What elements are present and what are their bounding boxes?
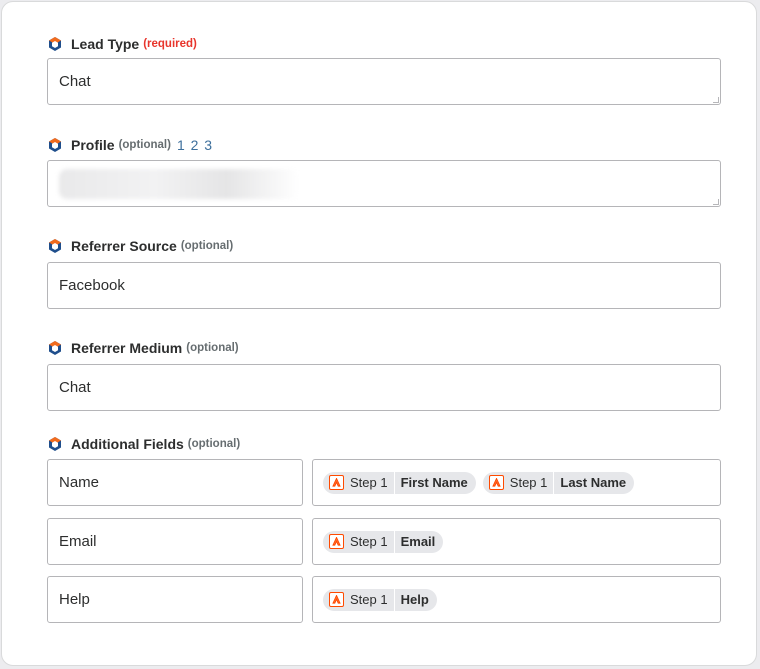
referrer-medium-label-text: Referrer Medium (71, 340, 183, 356)
app-logo-icon (49, 341, 61, 355)
pill-field: Last Name (560, 475, 627, 490)
resize-handle[interactable] (713, 199, 719, 205)
pill-field: First Name (400, 475, 468, 490)
profile-step-links[interactable]: 1 2 3 (177, 137, 213, 153)
additional-key-name[interactable]: Name (47, 459, 303, 506)
referrer-source-value: Facebook (59, 277, 125, 294)
optional-tag: (optional) (186, 342, 239, 354)
additional-value-help[interactable]: Step 1 Help (312, 576, 721, 623)
app-logo-icon (49, 37, 61, 51)
key-text: Help (59, 591, 90, 608)
pill-divider (393, 530, 395, 553)
referrer-medium-label: Referrer Medium (optional) (47, 338, 239, 358)
pill-step: Step 1 (350, 592, 388, 607)
additional-fields-label-text: Additional Fields (71, 436, 184, 452)
referrer-source-label: Referrer Source (optional) (47, 236, 233, 256)
zap-step-icon (329, 475, 344, 490)
profile-label: Profile (optional) 1 2 3 (47, 135, 213, 155)
mapped-field-pill[interactable]: Step 1 Help (323, 588, 437, 611)
zap-step-icon (329, 534, 344, 549)
app-logo-icon (49, 239, 61, 253)
pill-divider (393, 471, 395, 494)
optional-tag: (optional) (180, 240, 234, 252)
pill-divider (393, 588, 395, 611)
zap-step-icon (488, 475, 504, 490)
key-text: Name (59, 474, 100, 491)
additional-key-help[interactable]: Help (47, 576, 303, 623)
redacted-value (59, 168, 299, 199)
referrer-source-input[interactable]: Facebook (47, 262, 721, 309)
additional-value-name[interactable]: Step 1 First Name Step 1 Last Name (312, 459, 721, 506)
app-logo-icon (49, 437, 61, 451)
referrer-medium-value: Chat (59, 379, 91, 396)
additional-value-email[interactable]: Step 1 Email (312, 518, 721, 565)
mapped-field-pill[interactable]: Step 1 Email (323, 530, 444, 553)
mapped-field-pill[interactable]: Step 1 Last Name (482, 471, 635, 494)
pill-step: Step 1 (350, 534, 388, 549)
mapped-field-pill[interactable]: Step 1 First Name (323, 471, 476, 494)
referrer-medium-input[interactable]: Chat (47, 364, 721, 411)
lead-type-value: Chat (59, 73, 91, 90)
resize-handle[interactable] (713, 97, 719, 103)
lead-type-label: Lead Type (required) (47, 34, 197, 54)
profile-input[interactable] (47, 160, 721, 207)
referrer-source-label-text: Referrer Source (71, 238, 177, 254)
key-text: Email (59, 533, 97, 550)
form-card: Lead Type (required) Chat Profile (optio… (1, 1, 757, 666)
additional-fields-label: Additional Fields (optional) (47, 434, 240, 454)
pill-step: Step 1 (509, 475, 548, 490)
pill-field: Help (400, 592, 429, 607)
optional-tag: (optional) (118, 139, 171, 151)
lead-type-input[interactable]: Chat (47, 58, 721, 105)
app-logo-icon (49, 138, 61, 152)
zap-step-icon (329, 592, 344, 607)
profile-label-text: Profile (71, 137, 115, 153)
required-tag: (required) (143, 38, 197, 50)
pill-divider (553, 471, 555, 494)
pill-field: Email (400, 534, 436, 549)
additional-key-email[interactable]: Email (47, 518, 303, 565)
optional-tag: (optional) (187, 438, 241, 450)
lead-type-label-text: Lead Type (71, 36, 140, 52)
pill-step: Step 1 (350, 475, 388, 490)
